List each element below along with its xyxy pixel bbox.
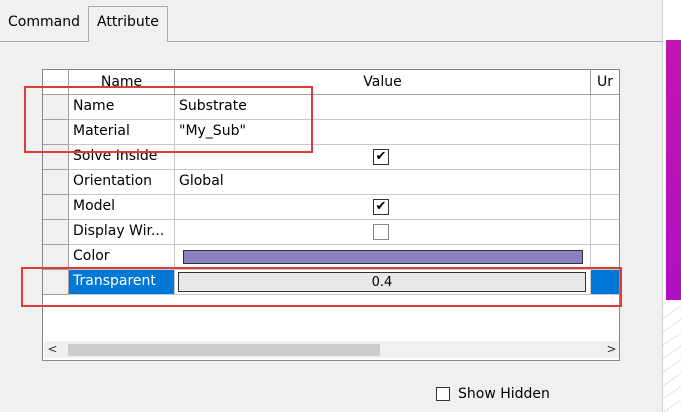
property-unit bbox=[591, 120, 619, 145]
table-row[interactable]: Display Wir... bbox=[43, 220, 619, 245]
3d-object-edge bbox=[666, 40, 681, 300]
table-row[interactable]: Orientation Global bbox=[43, 170, 619, 195]
property-name: Model bbox=[69, 195, 175, 220]
property-value[interactable]: Global bbox=[175, 170, 591, 195]
solve-inside-checkbox[interactable]: ✔ bbox=[373, 149, 389, 165]
property-value: ✔ bbox=[175, 195, 591, 220]
scrollbar-thumb[interactable] bbox=[68, 344, 380, 356]
highlight-box-name-material bbox=[24, 86, 313, 153]
property-unit bbox=[591, 170, 619, 195]
show-hidden-option[interactable]: Show Hidden bbox=[436, 386, 550, 402]
property-unit bbox=[591, 95, 619, 120]
highlight-box-transparent bbox=[21, 267, 622, 307]
scroll-right-icon[interactable]: > bbox=[603, 341, 619, 358]
scroll-left-icon[interactable]: < bbox=[44, 341, 61, 358]
header-unit[interactable]: Ur bbox=[591, 70, 619, 94]
tab-command[interactable]: Command bbox=[0, 8, 86, 38]
grid-plane bbox=[663, 300, 681, 412]
property-unit bbox=[591, 220, 619, 245]
row-selector[interactable] bbox=[43, 220, 69, 245]
show-hidden-label: Show Hidden bbox=[458, 386, 550, 402]
table-row[interactable]: Model ✔ bbox=[43, 195, 619, 220]
property-value bbox=[175, 220, 591, 245]
row-selector[interactable] bbox=[43, 170, 69, 195]
color-swatch[interactable] bbox=[183, 250, 583, 264]
display-wireframe-checkbox[interactable] bbox=[373, 224, 389, 240]
property-unit bbox=[591, 145, 619, 170]
show-hidden-checkbox[interactable] bbox=[436, 387, 450, 401]
model-checkbox[interactable]: ✔ bbox=[373, 199, 389, 215]
row-selector[interactable] bbox=[43, 195, 69, 220]
horizontal-scrollbar[interactable]: < > bbox=[44, 341, 619, 358]
property-name: Orientation bbox=[69, 170, 175, 195]
property-name: Display Wir... bbox=[69, 220, 175, 245]
property-unit bbox=[591, 195, 619, 220]
tab-attribute[interactable]: Attribute bbox=[88, 6, 168, 42]
tab-bar: Command Attribute bbox=[0, 0, 662, 42]
3d-view-edge bbox=[662, 0, 681, 412]
